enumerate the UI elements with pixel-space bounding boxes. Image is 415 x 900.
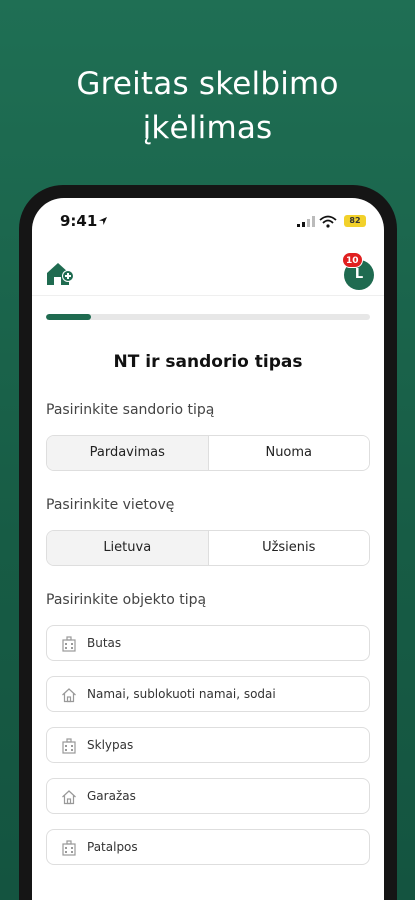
object-type-label-text: Namai, sublokuoti namai, sodai bbox=[87, 687, 276, 701]
battery-indicator: 82 bbox=[344, 215, 366, 227]
app-screen: 9:41 82 L 10 NT ir sandorio tipas Pasiri… bbox=[32, 198, 384, 900]
object-type-label-text: Garažas bbox=[87, 789, 136, 803]
status-time: 9:41 bbox=[60, 212, 98, 230]
wifi-icon bbox=[319, 215, 337, 228]
option-uzsienis[interactable]: Užsienis bbox=[207, 531, 369, 565]
home-add-icon[interactable] bbox=[44, 258, 76, 290]
status-bar: 9:41 82 bbox=[32, 212, 384, 232]
transaction-type-label: Pasirinkite sandorio tipą bbox=[46, 402, 215, 418]
page-title: NT ir sandorio tipas bbox=[113, 352, 303, 372]
location-selector: Lietuva Užsienis bbox=[46, 530, 370, 566]
apartment-icon bbox=[62, 636, 76, 652]
notification-badge: 10 bbox=[342, 252, 363, 268]
object-type-garazas[interactable]: Garažas bbox=[46, 778, 370, 814]
option-nuoma[interactable]: Nuoma bbox=[207, 436, 369, 470]
app-header: L 10 bbox=[32, 250, 384, 296]
location-label: Pasirinkite vietovę bbox=[46, 497, 175, 513]
transaction-type-selector: Pardavimas Nuoma bbox=[46, 435, 370, 471]
object-type-label: Pasirinkite objekto tipą bbox=[46, 592, 207, 608]
promo-headline-line-2: įkėlimas bbox=[142, 110, 273, 146]
object-type-sklypas[interactable]: Sklypas bbox=[46, 727, 370, 763]
plot-icon bbox=[62, 738, 76, 754]
object-type-label-text: Butas bbox=[87, 636, 122, 650]
signal-icon bbox=[297, 216, 315, 227]
location-arrow-icon bbox=[99, 217, 107, 225]
promo-headline: Greitas skelbimo įkėlimas bbox=[0, 62, 415, 150]
progress-bar bbox=[46, 314, 370, 320]
promo-headline-line-1: Greitas skelbimo bbox=[76, 66, 339, 102]
option-pardavimas[interactable]: Pardavimas bbox=[47, 436, 208, 470]
object-type-butas[interactable]: Butas bbox=[46, 625, 370, 661]
house-icon bbox=[62, 688, 76, 703]
object-type-namai[interactable]: Namai, sublokuoti namai, sodai bbox=[46, 676, 370, 712]
object-type-label-text: Patalpos bbox=[87, 840, 138, 854]
object-type-patalpos[interactable]: Patalpos bbox=[46, 829, 370, 865]
garage-icon bbox=[62, 790, 76, 805]
premises-icon bbox=[62, 840, 76, 856]
option-lietuva[interactable]: Lietuva bbox=[47, 531, 208, 565]
object-type-label-text: Sklypas bbox=[87, 738, 134, 752]
progress-fill bbox=[46, 314, 92, 320]
